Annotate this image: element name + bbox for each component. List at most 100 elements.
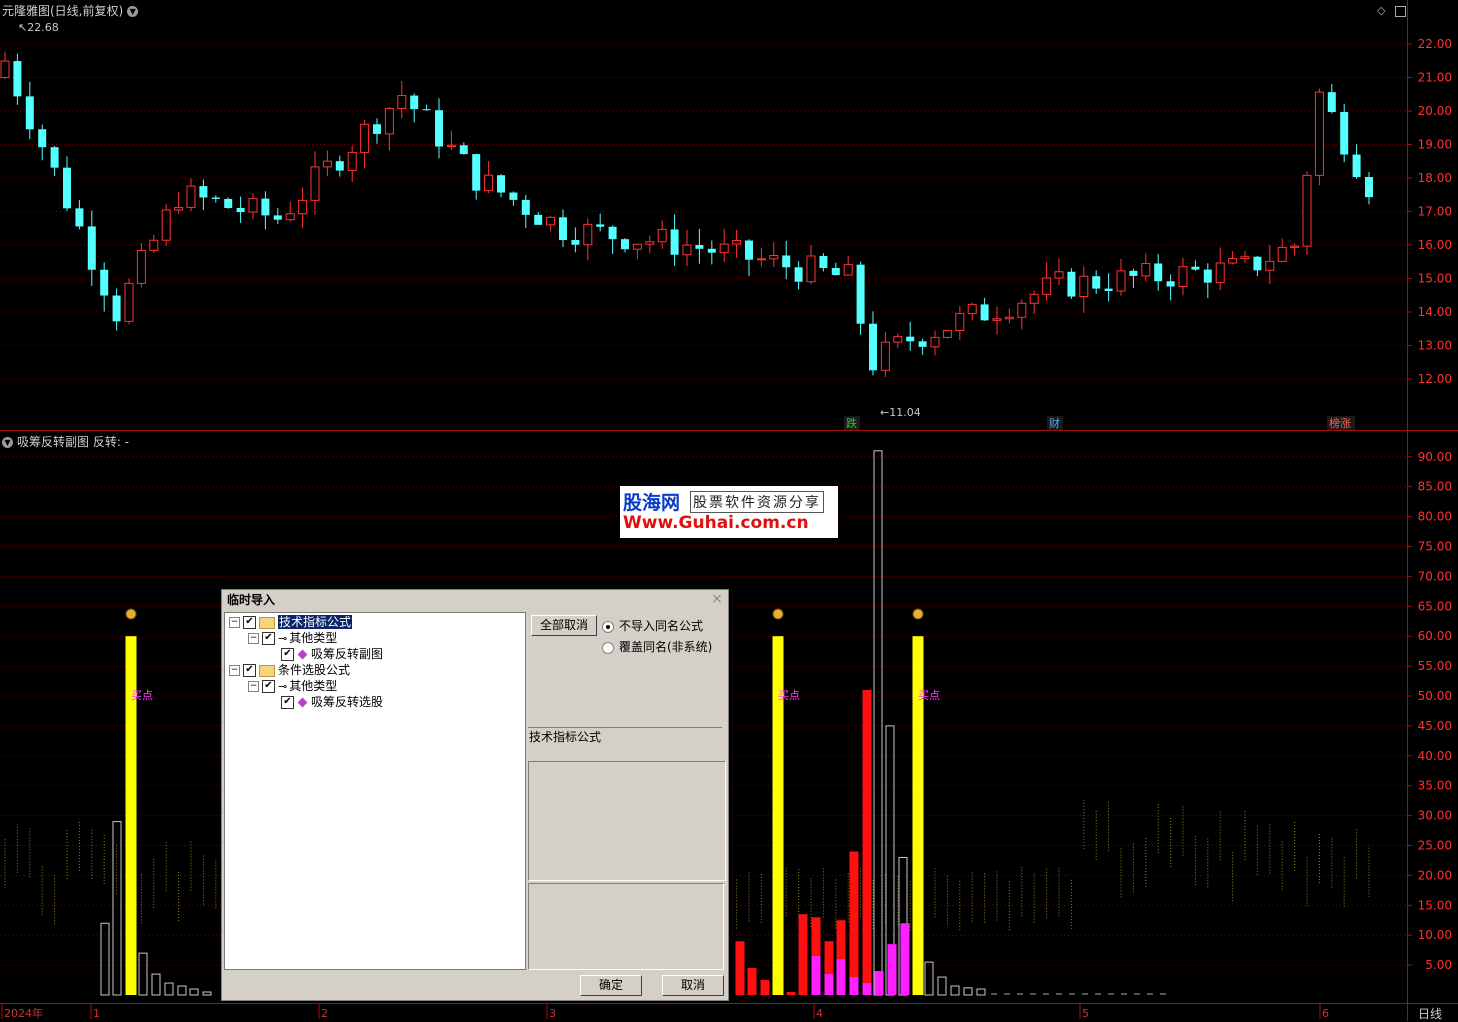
tree-node-other-types[interactable]: − ✔ ⊸ 其他类型 (248, 679, 337, 694)
candle-body-up (397, 95, 407, 109)
chevron-down-icon[interactable]: ▼ (127, 6, 139, 17)
collapse-icon[interactable]: − (248, 681, 259, 692)
indicator-outline-bar (151, 973, 161, 996)
candle-body-down (373, 124, 381, 134)
indicator-tick-label: 70.00 (1418, 569, 1452, 583)
candle-body-down (1340, 112, 1349, 155)
indicator-tick-label: 5.00 (1425, 958, 1452, 972)
checkbox-checked-icon[interactable]: ✔ (281, 648, 294, 661)
indicator-tick-label: 45.00 (1418, 719, 1452, 733)
candle-body-down (980, 304, 989, 321)
indicator-outline-bar (164, 982, 174, 996)
candle-body-up (310, 166, 320, 201)
event-tag: 财 (1049, 416, 1060, 430)
watermark-logo: 股海网 股票软件资源分享 Www.Guhai.com.cn (620, 486, 838, 538)
candle-body-down (869, 323, 877, 371)
candle-body-down (100, 269, 109, 296)
candle-body-up (484, 174, 494, 192)
tree-node-formula-screener[interactable]: ✔ 吸筹反转选股 (281, 695, 383, 710)
candle-body-up (186, 185, 196, 208)
radio-unselected-icon[interactable] (602, 641, 614, 654)
candle-body-down (856, 264, 865, 324)
collapse-icon[interactable]: − (229, 617, 240, 628)
price-tick-label: 19.00 (1418, 138, 1452, 152)
candle-body-down (1166, 281, 1175, 287)
candle-body-down (571, 240, 580, 245)
collapse-icon[interactable]: − (248, 633, 259, 644)
indicator-tick-label: 25.00 (1418, 839, 1452, 853)
indicator-magenta-bar (836, 959, 846, 995)
candle-body-up (632, 243, 642, 250)
candle-body-down (1154, 263, 1163, 282)
restore-window-icon[interactable] (1395, 5, 1406, 17)
candle-body-up (1215, 262, 1225, 284)
candle-body-down (236, 207, 245, 213)
indicator-red-bar (849, 851, 859, 995)
candle-body-down (410, 95, 419, 110)
indicator-outline-bar (937, 976, 947, 996)
formula-tree[interactable]: − ✔ 技术指标公式 − ✔ ⊸ 其他类型 ✔ 吸筹反转副图 − ✔ 条件选股公式 − ✔ ⊸ 其他类… (224, 612, 526, 970)
candle-body-up (806, 255, 816, 283)
checkbox-checked-icon[interactable]: ✔ (243, 664, 256, 677)
radio-overwrite-duplicates[interactable]: 覆盖同名(非系统) (602, 638, 712, 655)
candle-body-down (63, 167, 71, 209)
price-tick-label: 22.00 (1418, 37, 1452, 51)
watermark-slogan: 股票软件资源分享 (690, 491, 824, 513)
close-icon[interactable]: × (709, 591, 725, 608)
cancel-button[interactable]: 取消 (662, 975, 724, 996)
indicator-tick-label: 20.00 (1418, 868, 1452, 882)
indicator-red-bar (862, 690, 872, 995)
candle-body-up (1178, 266, 1188, 287)
period-label[interactable]: 日线 (1418, 1005, 1442, 1022)
indicator-outline-bar (924, 961, 934, 996)
price-tick-label: 17.00 (1418, 205, 1452, 219)
tree-node-label: 其他类型 (289, 679, 338, 693)
tree-node-other-types[interactable]: − ✔ ⊸ 其他类型 (248, 631, 337, 646)
indicator-outline-bar (138, 952, 148, 996)
indicator-magenta-bar (849, 977, 859, 995)
candle-body-up (756, 258, 766, 261)
tree-node-screening-formulas[interactable]: − ✔ 条件选股公式 (229, 663, 350, 678)
tree-node-indicator-formulas[interactable]: − ✔ 技术指标公式 (229, 615, 353, 630)
checkbox-checked-icon[interactable]: ✔ (281, 696, 294, 709)
indicator-tick-label: 30.00 (1418, 809, 1452, 823)
cancel-all-button[interactable]: 全部取消 (531, 615, 597, 636)
radio-selected-icon[interactable] (602, 620, 614, 633)
checkbox-checked-icon[interactable]: ✔ (243, 616, 256, 629)
ok-button[interactable]: 确定 (580, 975, 642, 996)
tree-node-formula-subchart[interactable]: ✔ 吸筹反转副图 (281, 647, 383, 662)
collapse-icon[interactable]: − (229, 665, 240, 676)
candle-body-down (87, 226, 96, 270)
description-area[interactable] (528, 761, 726, 881)
chevron-down-icon[interactable]: ▼ (2, 437, 13, 448)
checkbox-checked-icon[interactable]: ✔ (262, 680, 275, 693)
indicator-title: ▼ 吸筹反转副图 反转: - (2, 433, 129, 450)
diamond-toggle-icon[interactable]: ◇ (1377, 4, 1385, 17)
x-axis-label: 6 (1322, 1007, 1329, 1020)
x-axis-label: 2024年 (4, 1006, 43, 1020)
candle-body-up (893, 336, 903, 343)
indicator-magenta-bar (811, 956, 821, 995)
info-panel-header: 技术指标公式 (528, 727, 722, 758)
candle-body-down (1327, 92, 1336, 113)
buy-signal-label: 买点 (131, 689, 153, 702)
formula-preview-area[interactable] (528, 883, 724, 970)
chart-window-controls: ◇ (1377, 4, 1406, 17)
candle-body-up (955, 313, 965, 332)
indicator-outline-bar (963, 987, 973, 996)
candle-body-up (124, 282, 134, 322)
candle-body-down (819, 255, 828, 269)
candle-body-down (75, 208, 84, 227)
candle-body-down (25, 96, 34, 130)
checkbox-checked-icon[interactable]: ✔ (262, 632, 275, 645)
candle-body-up (1302, 174, 1312, 247)
candle-body-down (521, 199, 530, 215)
candle-body-up (1277, 246, 1287, 262)
price-tick-label: 21.00 (1418, 71, 1452, 85)
candle-body-up (843, 264, 853, 276)
indicator-tick-label: 80.00 (1418, 510, 1452, 524)
watermark-name: 股海网 (623, 492, 681, 514)
candle-body-down (906, 336, 915, 342)
key-icon: ⊸ (278, 632, 288, 645)
radio-no-import-duplicates[interactable]: 不导入同名公式 (602, 617, 703, 634)
